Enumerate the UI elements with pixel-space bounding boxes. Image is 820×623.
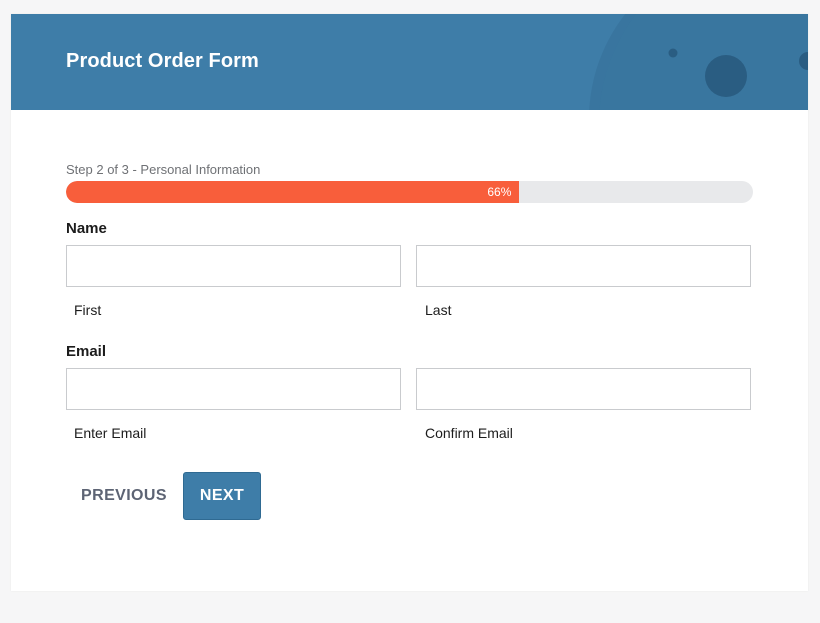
progress-bar: 66% bbox=[66, 181, 753, 203]
step-indicator: Step 2 of 3 - Personal Information bbox=[66, 162, 261, 177]
progress-fill: 66% bbox=[66, 181, 520, 203]
form-header: Product Order Form bbox=[11, 14, 808, 110]
previous-button[interactable]: PREVIOUS bbox=[68, 472, 180, 520]
email-section-label: Email bbox=[66, 343, 107, 360]
progress-percent-label: 66% bbox=[487, 185, 512, 199]
form-title: Product Order Form bbox=[66, 50, 259, 72]
last-name-input[interactable] bbox=[416, 245, 751, 287]
form-card: Product Order Form Step 2 of 3 - Persona… bbox=[11, 14, 808, 591]
first-name-input[interactable] bbox=[66, 245, 401, 287]
confirm-email-sublabel: Confirm Email bbox=[425, 425, 513, 441]
next-button[interactable]: NEXT bbox=[183, 472, 261, 520]
first-name-sublabel: First bbox=[74, 302, 102, 318]
name-section-label: Name bbox=[66, 220, 107, 237]
email-input[interactable] bbox=[66, 368, 401, 410]
enter-email-sublabel: Enter Email bbox=[74, 425, 147, 441]
last-name-sublabel: Last bbox=[425, 302, 452, 318]
confirm-email-input[interactable] bbox=[416, 368, 751, 410]
